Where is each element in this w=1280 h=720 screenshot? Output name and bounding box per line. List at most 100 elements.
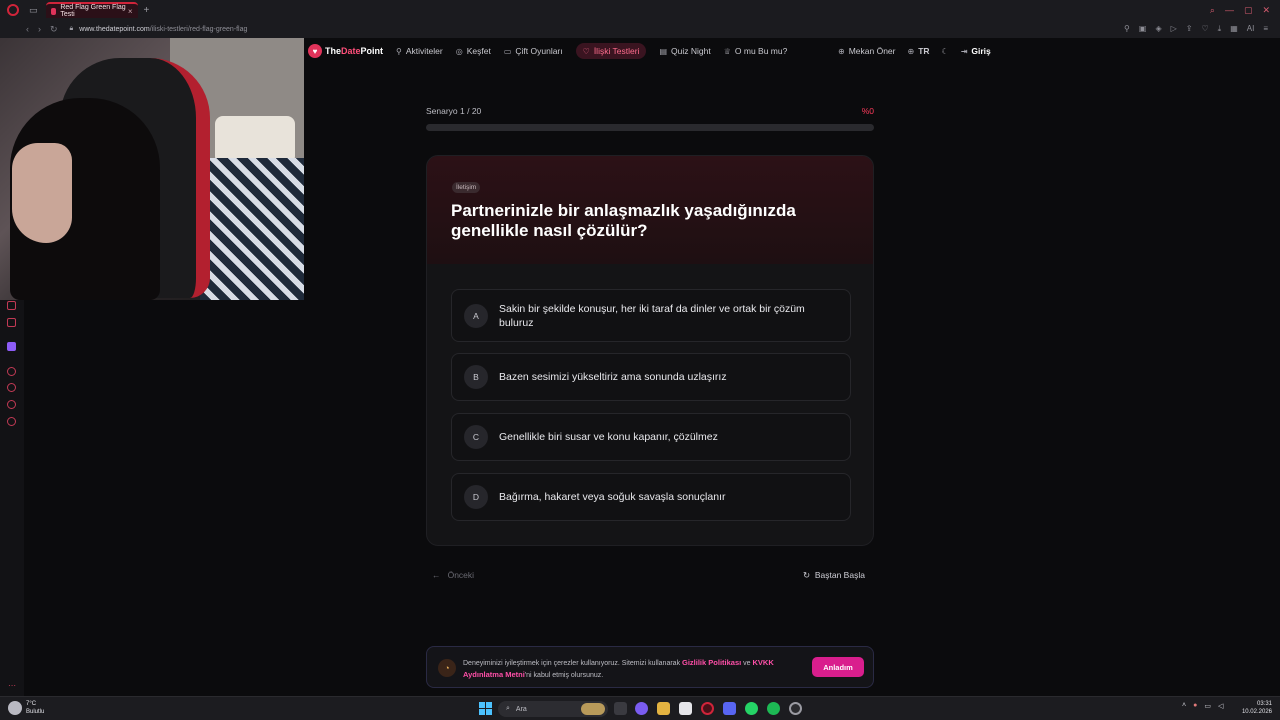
weather-desc: Bulutlu	[26, 709, 45, 715]
login-button[interactable]: ⇥ Giriş	[961, 46, 991, 56]
rocket-icon: ⚲	[396, 46, 402, 56]
nav-activities[interactable]: ⚲ Aktiviteler	[396, 46, 443, 56]
nav-relationship-tests[interactable]: ♡ İlişki Testleri	[575, 43, 647, 59]
sidebar-history-icon[interactable]	[7, 383, 16, 392]
url-path: /iliski-testleri/red-flag-green-flag	[149, 25, 248, 33]
url-field[interactable]: www.thedatepoint.com/iliski-testleri/red…	[79, 26, 247, 33]
trophy-icon: ♕	[723, 46, 731, 56]
nav-couple-games[interactable]: ▭ Çift Oyunları	[504, 46, 563, 56]
webcam-pillow	[215, 116, 295, 164]
cookie-accept-button[interactable]: Anladım	[812, 657, 864, 677]
sidebar-twitch-icon[interactable]	[7, 342, 16, 351]
back-icon[interactable]: ‹	[26, 24, 29, 35]
network-icon[interactable]: ▭	[1204, 702, 1211, 710]
sidebar-instagram-icon[interactable]	[7, 318, 16, 327]
answer-option-a[interactable]: A Sakin bir şekilde konuşur, her iki tar…	[451, 289, 851, 342]
sidebar-player-icon[interactable]	[7, 367, 16, 376]
previous-button[interactable]: ← Önceki	[432, 570, 474, 580]
tray-chevron-icon[interactable]: ˄	[1182, 702, 1186, 710]
privacy-policy-link[interactable]: Gizlilik Politikası	[682, 658, 741, 667]
discord-icon[interactable]	[723, 702, 736, 715]
nav-discover[interactable]: ◎ Keşfet	[456, 46, 491, 56]
sidebar-settings-icon[interactable]	[7, 417, 16, 426]
taskbar-search[interactable]: ⌕ Ara	[498, 701, 608, 717]
opera-menu-icon[interactable]	[7, 4, 19, 16]
logo-text: TheDatePoint	[325, 46, 383, 56]
clock-date: 10.02.2026	[1241, 709, 1272, 715]
lock-icon[interactable]: 🔒︎	[70, 25, 74, 33]
reload-icon[interactable]: ↻	[50, 24, 58, 35]
file-explorer-icon[interactable]	[657, 702, 670, 715]
answer-option-d[interactable]: D Bağırma, hakaret veya soğuk savaşla so…	[451, 473, 851, 521]
logo-prefix: The	[325, 46, 342, 56]
microphone-icon[interactable]: ●	[1193, 702, 1197, 710]
logo-heart-icon: ♥	[308, 44, 322, 58]
option-text: Sakin bir şekilde konuşur, her iki taraf…	[499, 302, 805, 329]
weather-widget[interactable]: 7°C Bulutlu	[8, 700, 44, 716]
site-logo[interactable]: ♥ TheDatePoint	[308, 44, 383, 58]
restart-icon: ↻	[803, 570, 815, 580]
sidebar-messenger-icon[interactable]	[7, 301, 16, 310]
pin-icon[interactable]: ⚲	[1124, 24, 1130, 34]
cookie-text: Deneyiminizi iyileştirmek için çerezler …	[463, 657, 798, 681]
suggest-venue-link[interactable]: ⊕ Mekan Öner	[838, 46, 895, 56]
forward-icon[interactable]: ›	[38, 24, 41, 35]
windows-taskbar: 7°C Bulutlu ⌕ Ara ˄ ● ▭ ◁ 03:31 10.02.20…	[0, 696, 1280, 720]
obs-icon[interactable]	[789, 702, 802, 715]
volume-icon[interactable]: ◁	[1218, 702, 1223, 710]
moon-icon: ☾	[941, 46, 949, 56]
option-text: Bazen sesimizi yükseltiriz ama sonunda u…	[499, 371, 727, 383]
task-view-icon[interactable]	[614, 702, 627, 715]
share-icon[interactable]: ⇪	[1186, 24, 1193, 34]
download-icon[interactable]: ⤓	[1218, 24, 1222, 34]
cookie-text-2: 'ni kabul etmiş olursunuz.	[524, 672, 604, 679]
option-letter: C	[464, 425, 488, 449]
browser-tab-active[interactable]: Red Flag Green Flag Testi ×	[45, 2, 138, 18]
answer-option-b[interactable]: B Bazen sesimizi yükseltiriz ama sonunda…	[451, 353, 851, 401]
spotify-icon[interactable]	[767, 702, 780, 715]
answer-option-c[interactable]: C Genellikle biri susar ve konu kapanır,…	[451, 413, 851, 461]
language-switch[interactable]: ⊕ TR	[907, 46, 929, 56]
maximize-icon[interactable]: ▢	[1244, 5, 1253, 16]
progress-row: Senaryo 1 / 20 %0	[426, 106, 874, 118]
scenario-counter: Senaryo 1 / 20	[426, 106, 482, 116]
tab-overview-icon[interactable]: ▭	[29, 5, 38, 16]
new-tab-button[interactable]: +	[144, 5, 150, 16]
quiz-icon: ▤	[659, 46, 668, 56]
close-window-icon[interactable]: ✕	[1262, 5, 1270, 16]
theme-toggle[interactable]: ☾	[942, 47, 949, 56]
question-text: Partnerinizle bir anlaşmazlık yaşadığını…	[451, 201, 796, 240]
extensions-icon[interactable]: ▦	[1230, 24, 1238, 34]
search-tabs-icon[interactable]: ⌕	[1210, 5, 1215, 16]
nav-quiz-night[interactable]: ▤ Quiz Night	[659, 46, 710, 56]
menu-icon[interactable]: ≡	[1263, 24, 1268, 34]
window-controls: ⌕ — ▢ ✕	[1210, 5, 1280, 16]
question-header: İletişim Partnerinizle bir anlaşmazlık y…	[427, 156, 873, 264]
whatsapp-icon[interactable]	[745, 702, 758, 715]
taskbar-clock[interactable]: 03:31 10.02.2026	[1240, 700, 1272, 716]
option-letter: B	[464, 365, 488, 389]
browser-tab-bar: ▭ Red Flag Green Flag Testi × + ⌕ — ▢ ✕	[0, 0, 1280, 20]
copilot-icon[interactable]	[635, 702, 648, 715]
site-header: ♥ TheDatePoint ⚲ Aktiviteler ◎ Keşfet ▭ Çif…	[304, 38, 1280, 64]
nav-label: O mu Bu mu?	[734, 46, 788, 56]
sidebar-more-icon[interactable]: ⋯	[8, 681, 16, 690]
player-icon[interactable]: ▷	[1171, 24, 1177, 34]
minimize-icon[interactable]: —	[1225, 5, 1234, 16]
ai-button[interactable]: AI	[1247, 24, 1255, 34]
bookmark-heart-icon[interactable]: ♡	[1201, 24, 1208, 34]
windows-start-icon[interactable]	[479, 702, 492, 715]
search-highlight-image	[581, 703, 605, 715]
progress-bar	[426, 124, 874, 131]
snapshot-icon[interactable]: ▣	[1139, 24, 1147, 34]
tab-close-icon[interactable]: ×	[128, 7, 133, 16]
adblock-icon[interactable]: ◈	[1155, 24, 1161, 34]
logo-highlight: Date	[341, 46, 361, 56]
opera-gx-icon[interactable]	[701, 702, 714, 715]
sidebar-chat-icon[interactable]	[7, 400, 16, 409]
nav-this-or-that[interactable]: ♕ O mu Bu mu?	[724, 46, 788, 56]
restart-button[interactable]: ↻ Baştan Başla	[803, 570, 865, 581]
store-icon[interactable]	[679, 702, 692, 715]
cookie-text-and: ve	[741, 660, 753, 667]
language-label: TR	[918, 46, 930, 56]
